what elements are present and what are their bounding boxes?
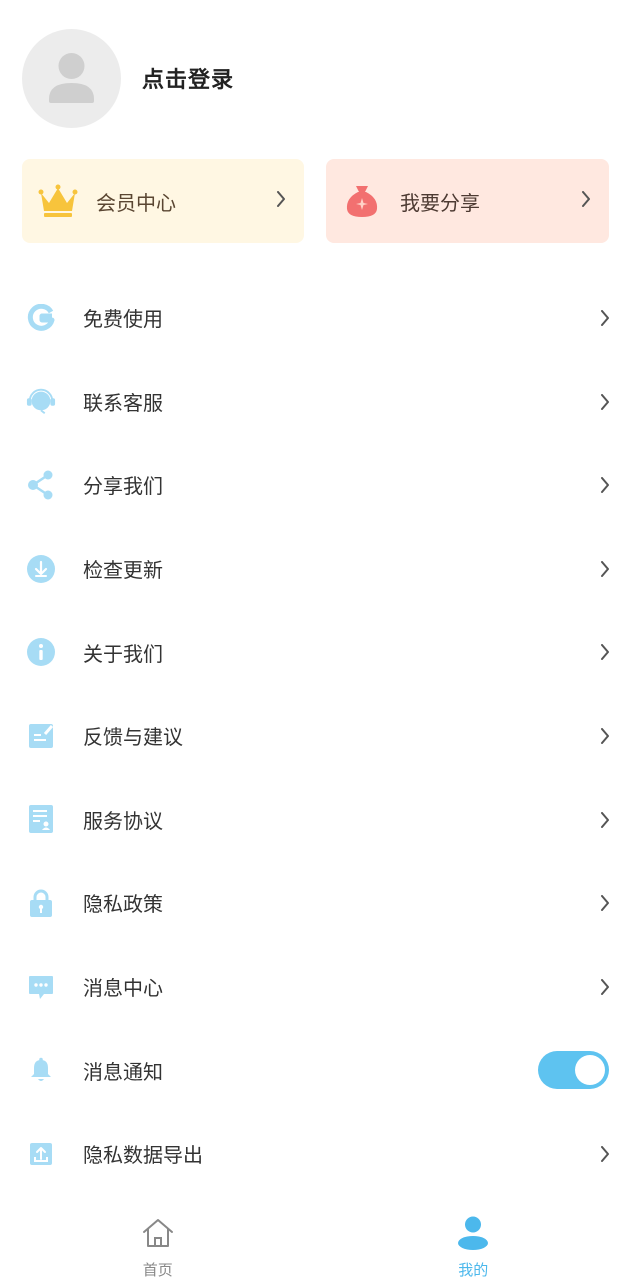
bottom-tab-bar: 首页 我的 [0, 1200, 631, 1280]
chevron-right-icon [600, 727, 610, 748]
tab-mine-label: 我的 [458, 1261, 489, 1279]
settings-menu: 免费使用 联系客服 分享我们 检查更新 关于我们 反馈与建议 服务协议 隐私政策… [0, 276, 631, 1196]
menu-item-message-notification: 消息通知 [0, 1028, 631, 1112]
menu-item-label: 检查更新 [83, 558, 163, 583]
g-letter-icon [26, 303, 56, 333]
menu-item-privacy-export[interactable]: 隐私数据导出 [0, 1112, 631, 1196]
avatar-placeholder-icon [49, 52, 94, 103]
menu-item-label: 隐私数据导出 [83, 1143, 203, 1168]
money-bag-icon [342, 181, 382, 221]
headset-icon [26, 386, 56, 416]
menu-item-label: 消息中心 [83, 976, 163, 1001]
tab-home[interactable]: 首页 [0, 1200, 316, 1280]
menu-item-about-us[interactable]: 关于我们 [0, 610, 631, 694]
profile-header[interactable]: 点击登录 [22, 28, 234, 128]
menu-item-customer-service[interactable]: 联系客服 [0, 360, 631, 444]
feature-cards: 会员中心 我要分享 [22, 159, 609, 243]
menu-item-privacy-policy[interactable]: 隐私政策 [0, 861, 631, 945]
share-card[interactable]: 我要分享 [326, 159, 609, 243]
chevron-right-icon [600, 393, 610, 414]
user-icon [455, 1215, 491, 1251]
tab-mine[interactable]: 我的 [316, 1200, 631, 1280]
vip-center-card[interactable]: 会员中心 [22, 159, 304, 243]
chevron-right-icon [600, 811, 610, 832]
lock-icon [26, 888, 56, 918]
menu-item-label: 服务协议 [83, 808, 163, 833]
notification-toggle[interactable] [538, 1051, 609, 1090]
menu-item-label: 隐私政策 [83, 892, 163, 917]
menu-item-check-update[interactable]: 检查更新 [0, 527, 631, 611]
toggle-knob [575, 1055, 605, 1086]
share-card-label: 我要分享 [400, 190, 480, 215]
menu-item-label: 反馈与建议 [83, 725, 183, 750]
chevron-right-icon [600, 644, 610, 664]
chevron-right-icon [600, 477, 610, 497]
chevron-right-icon [600, 978, 610, 999]
chat-icon [26, 972, 56, 1002]
upload-icon [26, 1139, 56, 1169]
edit-icon [26, 721, 56, 751]
menu-item-label: 关于我们 [83, 641, 163, 666]
chevron-right-icon [581, 191, 591, 211]
info-icon [26, 637, 56, 667]
chevron-right-icon [600, 560, 610, 581]
chevron-right-icon [600, 310, 610, 330]
tab-home-label: 首页 [142, 1261, 173, 1279]
share-icon [26, 470, 56, 500]
menu-item-share-us[interactable]: 分享我们 [0, 443, 631, 527]
bell-icon [26, 1055, 56, 1085]
chevron-right-icon [600, 1145, 610, 1166]
menu-item-free-use[interactable]: 免费使用 [0, 276, 631, 360]
home-icon [140, 1215, 176, 1251]
menu-item-label: 免费使用 [83, 307, 163, 332]
login-prompt[interactable]: 点击登录 [142, 62, 234, 94]
vip-center-label: 会员中心 [96, 190, 176, 215]
chevron-right-icon [276, 191, 286, 211]
chevron-right-icon [600, 895, 610, 915]
document-icon [26, 804, 56, 834]
menu-item-service-agreement[interactable]: 服务协议 [0, 778, 631, 862]
menu-item-label: 分享我们 [83, 474, 163, 499]
menu-item-message-center[interactable]: 消息中心 [0, 945, 631, 1029]
menu-item-feedback[interactable]: 反馈与建议 [0, 694, 631, 778]
avatar[interactable] [22, 28, 121, 128]
crown-icon [38, 181, 78, 221]
menu-item-label: 联系客服 [83, 390, 163, 415]
menu-item-label: 消息通知 [83, 1059, 163, 1084]
download-icon [26, 554, 56, 584]
